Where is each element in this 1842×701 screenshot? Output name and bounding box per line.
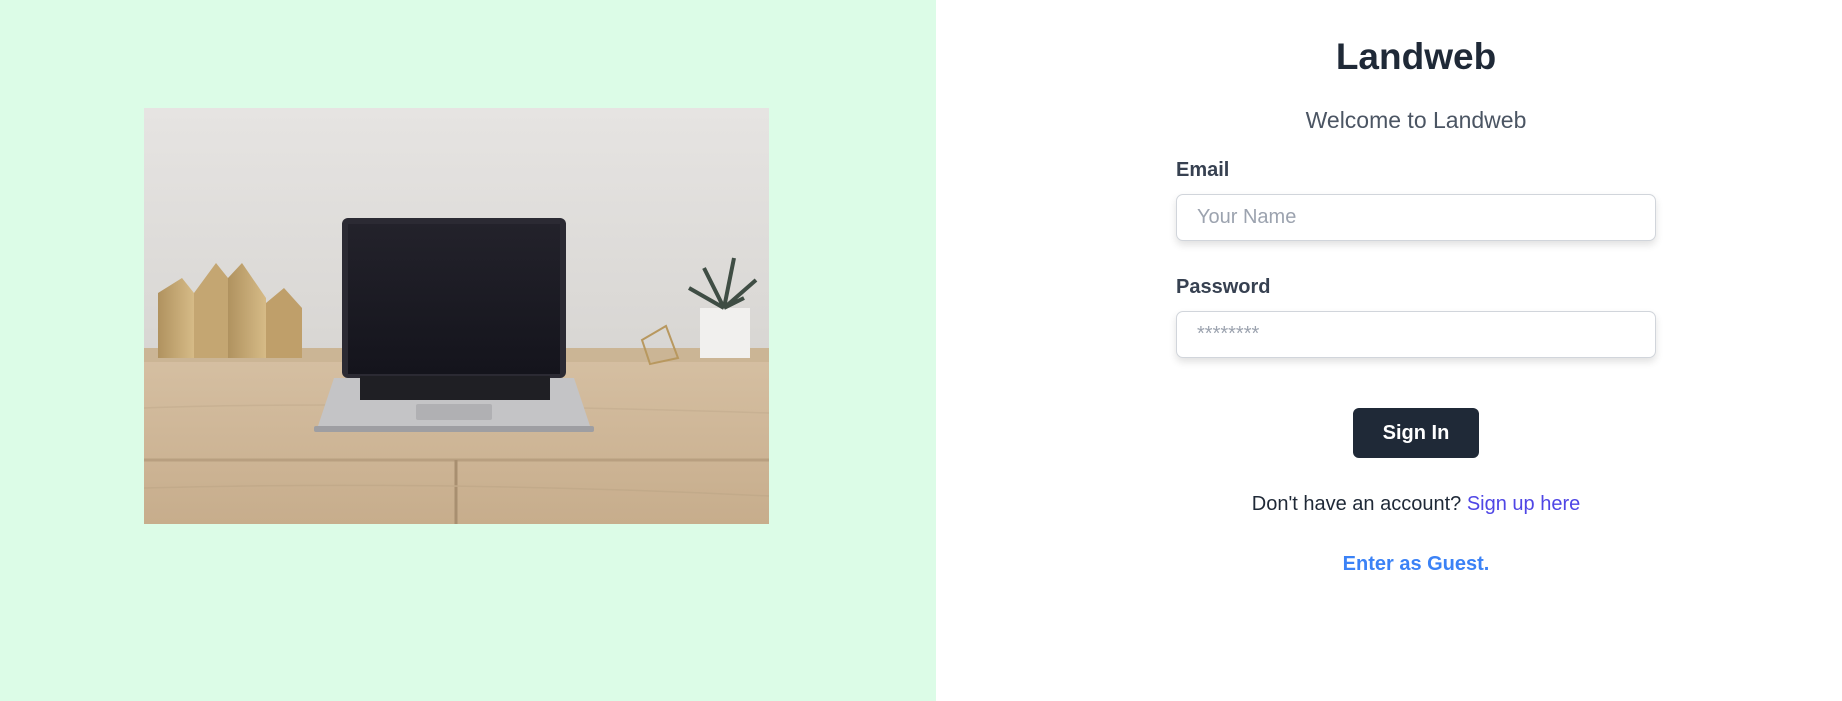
submit-row: Sign In <box>1176 408 1656 458</box>
sign-in-button[interactable]: Sign In <box>1353 408 1479 458</box>
email-field[interactable] <box>1176 194 1656 241</box>
right-panel: Landweb Welcome to Landweb Email Passwor… <box>936 0 1842 701</box>
enter-as-guest-link[interactable]: Enter as Guest. <box>1343 553 1490 575</box>
signup-prompt-text: Don't have an account? <box>1251 493 1467 515</box>
guest-row: Enter as Guest. <box>1176 552 1656 576</box>
welcome-text: Welcome to Landweb <box>1305 107 1527 133</box>
login-page: Landweb Welcome to Landweb Email Passwor… <box>0 0 1842 701</box>
email-label: Email <box>1176 159 1230 181</box>
signup-prompt: Don't have an account? Sign up here <box>1176 492 1656 516</box>
app-title: Landweb <box>1335 36 1497 77</box>
sign-up-link[interactable]: Sign up here <box>1467 493 1580 515</box>
hero-image <box>144 108 769 524</box>
password-field[interactable] <box>1176 311 1656 358</box>
password-label: Password <box>1176 276 1271 298</box>
left-panel <box>0 0 936 701</box>
login-form: Landweb Welcome to Landweb Email Passwor… <box>1176 0 1656 576</box>
